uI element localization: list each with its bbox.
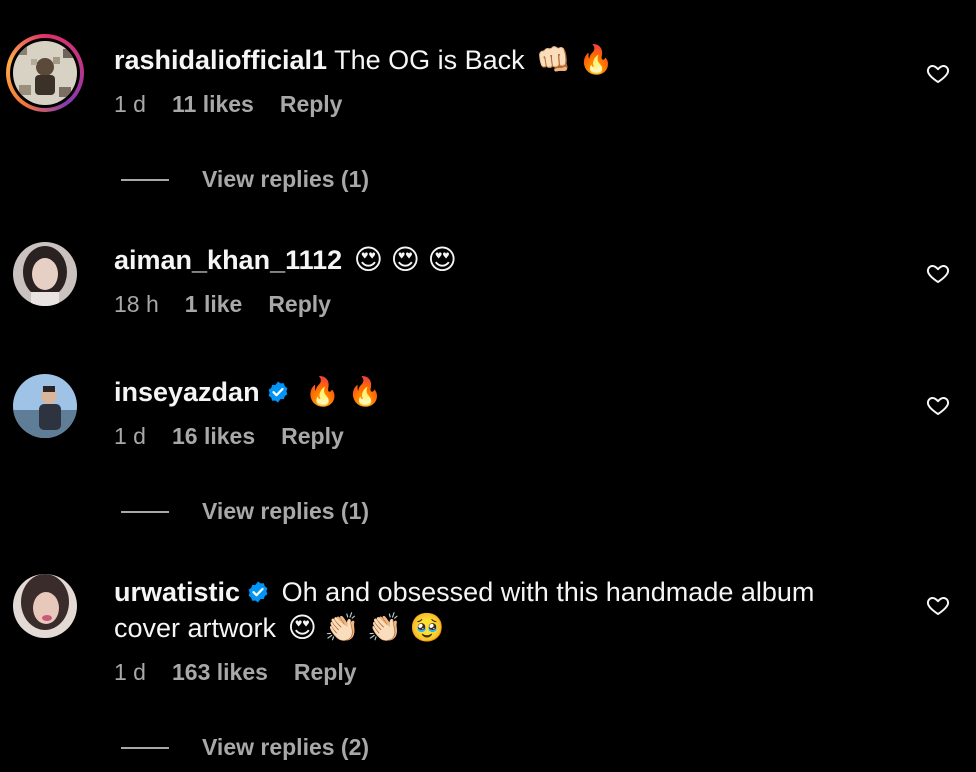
avatar[interactable] bbox=[13, 574, 77, 638]
view-replies-button[interactable]: View replies (1) bbox=[121, 498, 369, 525]
avatar[interactable] bbox=[13, 242, 77, 306]
avatar-image bbox=[13, 41, 77, 105]
comment-emoji: 🔥 🔥 bbox=[305, 376, 383, 407]
likes-count[interactable]: 163 likes bbox=[172, 658, 268, 686]
replies-divider bbox=[121, 510, 169, 513]
replies-divider bbox=[121, 178, 169, 181]
comment-emoji: 👊🏻 🔥 bbox=[536, 44, 614, 75]
heart-icon[interactable] bbox=[926, 61, 950, 85]
comment-meta: 1 d 16 likes Reply bbox=[114, 422, 876, 450]
comment-meta: 1 d 11 likes Reply bbox=[114, 90, 876, 118]
likes-count[interactable]: 1 like bbox=[185, 290, 243, 318]
view-replies-label[interactable]: View replies (1) bbox=[202, 498, 369, 525]
verified-badge-icon bbox=[268, 381, 287, 403]
username[interactable]: rashidaliofficial1 bbox=[114, 45, 327, 75]
avatar[interactable] bbox=[13, 374, 77, 438]
verified-badge-icon bbox=[248, 581, 268, 603]
username[interactable]: urwatistic bbox=[114, 577, 240, 607]
username[interactable]: aiman_khan_1112 bbox=[114, 245, 342, 275]
comments-list: rashidaliofficial1 The OG is Back 👊🏻 🔥 1… bbox=[0, 0, 976, 772]
timestamp: 18 h bbox=[114, 291, 159, 317]
avatar-image bbox=[13, 242, 77, 306]
comment-meta: 18 h 1 like Reply bbox=[114, 290, 876, 318]
view-replies-label[interactable]: View replies (2) bbox=[202, 734, 369, 761]
heart-icon[interactable] bbox=[926, 393, 950, 417]
avatar-image bbox=[13, 574, 77, 638]
view-replies-button[interactable]: View replies (1) bbox=[121, 166, 369, 193]
comment-text: Oh and obsessed with this handmade album bbox=[281, 577, 815, 607]
reply-button[interactable]: Reply bbox=[281, 422, 344, 450]
replies-divider bbox=[121, 746, 169, 749]
timestamp: 1 d bbox=[114, 91, 146, 117]
comment-text-continued: cover artwork bbox=[114, 613, 277, 643]
comment-emoji: 😍 😍 😍 bbox=[353, 244, 457, 275]
heart-icon[interactable] bbox=[926, 593, 950, 617]
reply-button[interactable]: Reply bbox=[280, 90, 343, 118]
username[interactable]: inseyazdan bbox=[114, 377, 260, 407]
likes-count[interactable]: 16 likes bbox=[172, 422, 255, 450]
avatar-image bbox=[13, 374, 77, 438]
reply-button[interactable]: Reply bbox=[294, 658, 357, 686]
comment-emoji: 😍 👏🏻 👏🏻 🥹 bbox=[287, 612, 445, 643]
view-replies-label[interactable]: View replies (1) bbox=[202, 166, 369, 193]
reply-button[interactable]: Reply bbox=[268, 290, 331, 318]
avatar[interactable] bbox=[6, 34, 84, 112]
view-replies-button[interactable]: View replies (2) bbox=[121, 734, 369, 761]
timestamp: 1 d bbox=[114, 659, 146, 685]
timestamp: 1 d bbox=[114, 423, 146, 449]
likes-count[interactable]: 11 likes bbox=[172, 90, 254, 118]
comment-meta: 1 d 163 likes Reply bbox=[114, 658, 876, 686]
comment-text: The OG is Back bbox=[334, 45, 525, 75]
heart-icon[interactable] bbox=[926, 261, 950, 285]
